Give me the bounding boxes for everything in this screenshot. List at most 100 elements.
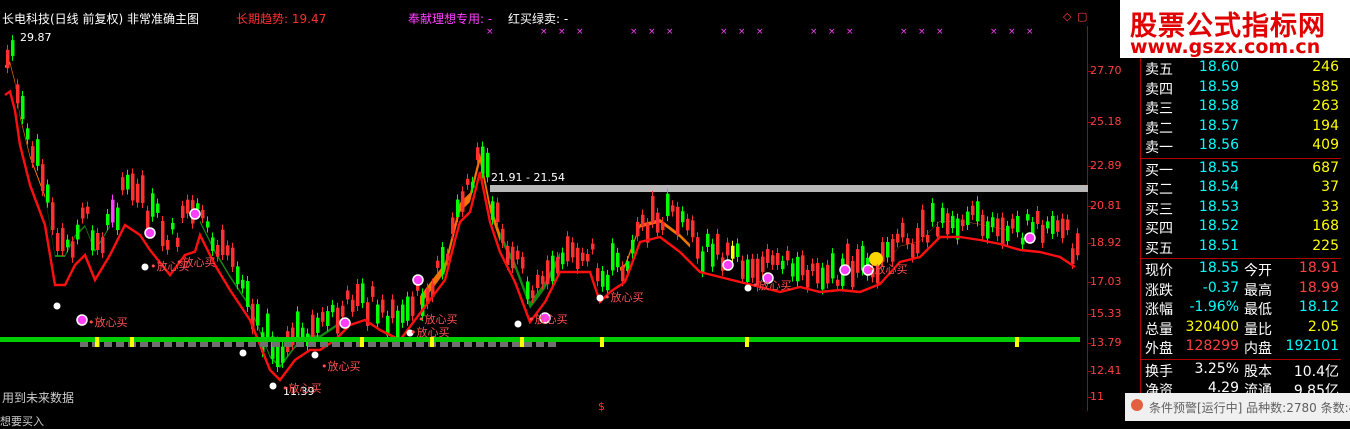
alert-icon[interactable] (1131, 399, 1143, 411)
candle-body (131, 173, 135, 201)
candle-body (676, 206, 680, 235)
candle-body (66, 239, 70, 248)
candle-body (726, 242, 730, 256)
candle-body (221, 229, 225, 256)
candle-body (511, 246, 515, 269)
order-label: 买一 (1145, 162, 1173, 179)
signal-strip-marker (745, 337, 749, 347)
stat-value: 128299 (1185, 338, 1239, 354)
signal-strip-block (176, 342, 184, 347)
buy-signal-icon (144, 227, 156, 239)
signal-strip-block (344, 342, 352, 347)
candle-body (1061, 218, 1065, 239)
pink-marker: × (576, 27, 584, 37)
candle-body (156, 203, 160, 213)
order-volume: 194 (1312, 117, 1339, 134)
candle-body (891, 238, 895, 262)
candlestick-chart[interactable]: × × × × × × × × × × × × × × × × × × × (0, 0, 1088, 421)
separator (1141, 157, 1341, 159)
signal-strip-block (536, 342, 544, 347)
stat-value: 320400 (1185, 318, 1239, 335)
candle-body (121, 177, 125, 191)
stat-label: 最低 (1244, 302, 1272, 318)
candle-body (376, 304, 380, 324)
pink-marker: × (630, 27, 638, 37)
order-book-row: 卖三 18.58 263 (1141, 98, 1350, 118)
pink-marker: × (648, 27, 656, 37)
white-dot-icon (141, 263, 149, 271)
order-label: 买二 (1145, 182, 1173, 198)
range-label: 21.91 - 21.54 (491, 171, 565, 184)
order-volume: 37 (1321, 179, 1339, 195)
order-volume: 585 (1312, 78, 1339, 95)
signal-strip-marker (95, 337, 99, 347)
candle-body (236, 266, 240, 285)
pink-marker: × (486, 27, 494, 37)
signal-strip-block (512, 342, 520, 347)
buy-signal-label: •放心买 (321, 360, 361, 373)
candle-body (781, 260, 785, 270)
chart-area[interactable]: 长电科技(日线 前复权) 非常准确主图 长期趋势: 19.47 奉献理想专用: … (0, 0, 1140, 428)
stat-label: 外盘 (1145, 341, 1173, 357)
candle-body (666, 193, 670, 217)
candle-body (631, 239, 635, 254)
candle-body (991, 217, 995, 228)
order-volume: 263 (1312, 98, 1339, 114)
stat-value: 18.91 (1298, 260, 1339, 276)
pink-marker: × (738, 27, 746, 37)
candle-body (356, 283, 360, 307)
candle-body (541, 276, 545, 285)
candle-body (811, 263, 815, 271)
candle-body (661, 221, 665, 231)
candle-body (316, 317, 320, 333)
signal-strip-block (368, 342, 376, 347)
candle-body (11, 40, 15, 56)
stat-value: -0.37 (1202, 279, 1239, 296)
pink-marker: × (540, 27, 548, 37)
candle-body (741, 260, 745, 279)
y-tick-label: 20.81 (1090, 199, 1122, 212)
order-label: 卖五 (1145, 62, 1173, 78)
order-label: 买五 (1145, 240, 1173, 257)
order-volume: 246 (1312, 59, 1339, 75)
candle-body (266, 313, 270, 341)
signal-strip-block (236, 342, 244, 347)
candle-body (696, 237, 700, 259)
pink-marker: × (918, 27, 926, 37)
y-tick-label: 22.89 (1090, 159, 1122, 172)
watermark-url: www.gszx.com.cn (1130, 36, 1321, 58)
order-label: 买四 (1145, 221, 1173, 237)
signal-strip-block (548, 342, 556, 347)
signal-strip-block (224, 342, 232, 347)
candle-body (516, 250, 520, 260)
signal-strip-block (452, 342, 460, 347)
candle-body (176, 237, 180, 247)
order-price: 18.51 (1198, 237, 1239, 254)
status-text: 条件预警[运行中] 品种数:2780 条数:4 (1149, 401, 1350, 415)
candle-body (826, 264, 830, 284)
order-price: 18.57 (1198, 117, 1239, 134)
candle-body (571, 242, 575, 258)
candle-body (381, 299, 385, 313)
candle-body (1016, 215, 1020, 233)
candle-body (746, 259, 750, 283)
candle-body (1056, 220, 1060, 232)
candle-body (501, 228, 505, 243)
candle-body (281, 346, 285, 363)
stat-row: 涨幅 -1.96% 最低 18.12 (1141, 299, 1350, 319)
order-volume: 409 (1312, 137, 1339, 153)
signal-strip-block (272, 342, 280, 347)
candle-body (996, 218, 1000, 237)
candle-body (56, 232, 60, 251)
candle-body (486, 152, 490, 178)
signal-strip-block (440, 342, 448, 347)
buy-signal-icon (722, 259, 734, 271)
separator (1141, 358, 1341, 360)
pink-marker: × (936, 27, 944, 37)
candle-body (576, 247, 580, 270)
signal-strip-block (380, 342, 388, 347)
candle-body (441, 246, 445, 275)
stat-label: 总量 (1145, 321, 1173, 338)
candle-body (716, 233, 720, 255)
order-label: 买三 (1145, 201, 1173, 218)
